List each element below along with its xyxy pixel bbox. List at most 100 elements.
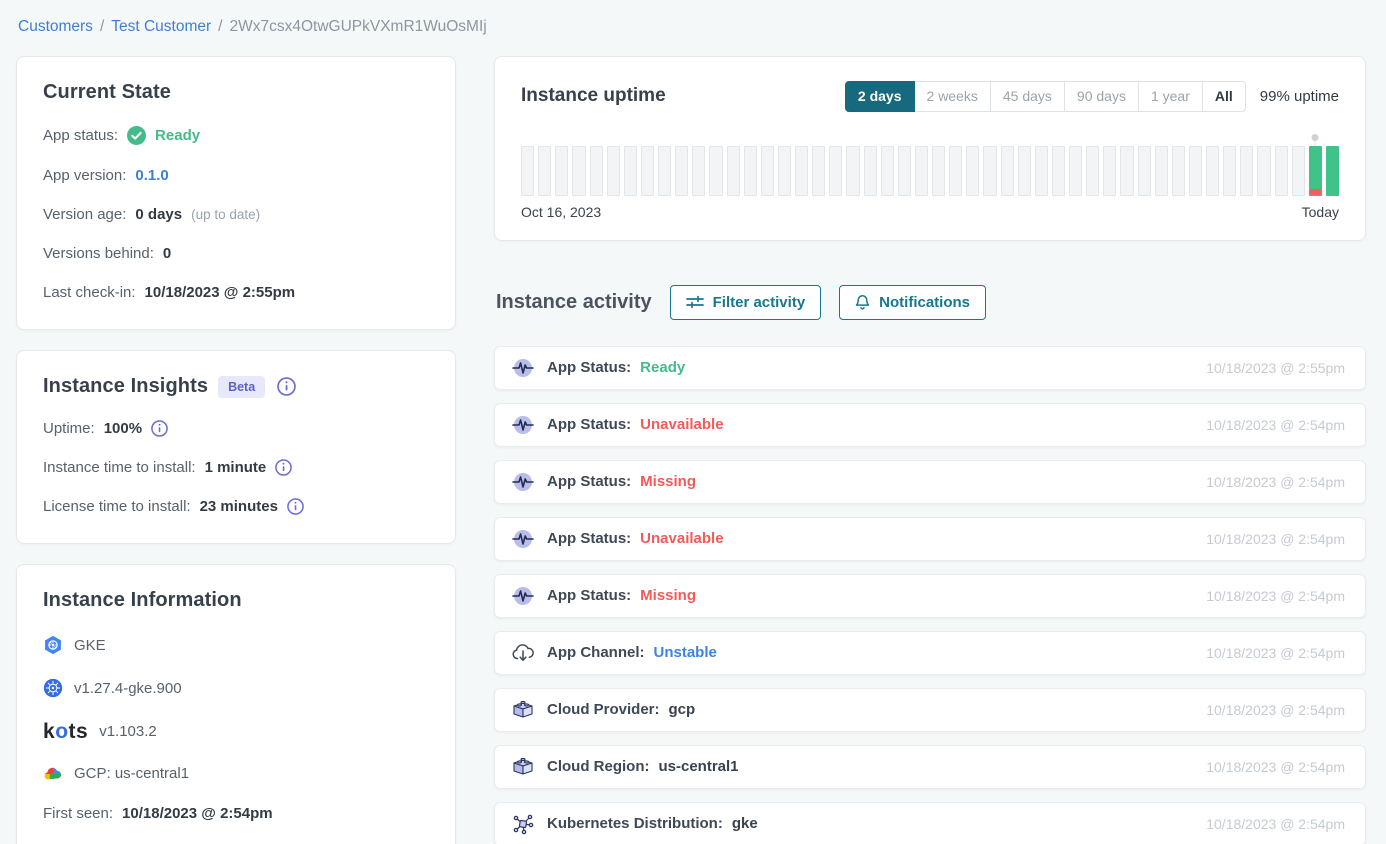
uptime-bar-empty[interactable]	[1001, 146, 1014, 196]
distribution-value: GKE	[74, 637, 106, 654]
uptime-bar-empty[interactable]	[898, 146, 911, 196]
range-button-1-year[interactable]: 1 year	[1138, 81, 1203, 112]
activity-row-value: gcp	[669, 701, 696, 718]
uptime-label: Uptime:	[43, 420, 95, 437]
activity-row-timestamp: 10/18/2023 @ 2:54pm	[1206, 588, 1345, 604]
uptime-bar-empty[interactable]	[692, 146, 705, 196]
range-button-2-days[interactable]: 2 days	[845, 81, 915, 112]
info-icon[interactable]	[151, 420, 168, 437]
uptime-bar-empty[interactable]	[932, 146, 945, 196]
uptime-bar-empty[interactable]	[675, 146, 688, 196]
breadcrumb-link-customers[interactable]: Customers	[18, 18, 93, 36]
breadcrumb-instance-id: 2Wx7csx4OtwGUPkVXmR1WuOsMIj	[229, 18, 486, 36]
uptime-bar-empty[interactable]	[521, 146, 534, 196]
kots-logo: kots	[43, 721, 88, 742]
uptime-bar-empty[interactable]	[1052, 146, 1065, 196]
uptime-bar-empty[interactable]	[983, 146, 996, 196]
instance-tti-label: Instance time to install:	[43, 459, 196, 476]
uptime-bar-empty[interactable]	[846, 146, 859, 196]
uptime-bar-empty[interactable]	[1103, 146, 1116, 196]
uptime-bar-empty[interactable]	[1018, 146, 1031, 196]
uptime-bar-empty[interactable]	[555, 146, 568, 196]
uptime-bar-empty[interactable]	[915, 146, 928, 196]
uptime-bar-empty[interactable]	[624, 146, 637, 196]
uptime-bar-empty[interactable]	[1120, 146, 1133, 196]
uptime-bar-empty[interactable]	[881, 146, 894, 196]
uptime-bar-chart: Oct 16, 2023 Today	[521, 146, 1339, 220]
uptime-bar-up[interactable]	[1326, 146, 1339, 196]
pulse-icon	[511, 470, 535, 494]
kots-version-value: v1.103.2	[99, 723, 157, 740]
app-version-link[interactable]: 0.1.0	[135, 167, 168, 184]
range-button-2-weeks[interactable]: 2 weeks	[914, 81, 991, 112]
current-state-title: Current State	[43, 81, 429, 104]
uptime-value: 100%	[104, 420, 142, 437]
uptime-bar-empty[interactable]	[778, 146, 791, 196]
info-icon[interactable]	[275, 459, 292, 476]
uptime-bar-empty[interactable]	[1275, 146, 1288, 196]
uptime-bar-partial[interactable]	[1309, 146, 1322, 196]
uptime-bar-empty[interactable]	[641, 146, 654, 196]
gke-icon	[43, 635, 63, 655]
uptime-bar-empty[interactable]	[1223, 146, 1236, 196]
instance-insights-title: Instance Insights	[43, 375, 208, 398]
uptime-bar-empty[interactable]	[538, 146, 551, 196]
activity-row-label: App Status:	[547, 530, 631, 547]
instance-information-card: Instance Information GKE	[16, 564, 456, 844]
filter-activity-button[interactable]: Filter activity	[670, 285, 822, 320]
info-icon[interactable]	[287, 498, 304, 515]
uptime-bar-empty[interactable]	[795, 146, 808, 196]
uptime-bar-empty[interactable]	[709, 146, 722, 196]
uptime-bar-empty[interactable]	[1069, 146, 1082, 196]
activity-row-value: Missing	[640, 473, 696, 490]
uptime-bar-empty[interactable]	[727, 146, 740, 196]
breadcrumb-link-test-customer[interactable]: Test Customer	[111, 18, 211, 36]
brick-icon	[511, 699, 535, 721]
pulse-icon	[511, 527, 535, 551]
beta-badge: Beta	[218, 376, 265, 398]
chart-marker-dot	[1312, 134, 1319, 141]
uptime-bar-empty[interactable]	[829, 146, 842, 196]
pulse-icon	[511, 584, 535, 608]
pulse-icon	[511, 413, 535, 437]
uptime-bar-empty[interactable]	[1189, 146, 1202, 196]
ready-check-icon	[127, 126, 146, 145]
uptime-bar-empty[interactable]	[590, 146, 603, 196]
range-button-45-days[interactable]: 45 days	[990, 81, 1065, 112]
uptime-bar-empty[interactable]	[761, 146, 774, 196]
range-button-all[interactable]: All	[1202, 81, 1246, 112]
uptime-bar-empty[interactable]	[1240, 146, 1253, 196]
uptime-bar-empty[interactable]	[1257, 146, 1270, 196]
version-age-label: Version age:	[43, 206, 126, 223]
uptime-bar-empty[interactable]	[1172, 146, 1185, 196]
uptime-bar-empty[interactable]	[607, 146, 620, 196]
license-tti-value: 23 minutes	[200, 498, 278, 515]
uptime-bar-empty[interactable]	[1206, 146, 1219, 196]
uptime-bar-empty[interactable]	[1155, 146, 1168, 196]
activity-row-value: Ready	[640, 359, 685, 376]
activity-row-label: Cloud Region:	[547, 758, 649, 775]
notifications-button[interactable]: Notifications	[839, 285, 986, 320]
uptime-bar-empty[interactable]	[744, 146, 757, 196]
uptime-bar-empty[interactable]	[1086, 146, 1099, 196]
uptime-bar-empty[interactable]	[1292, 146, 1305, 196]
uptime-bar-empty[interactable]	[864, 146, 877, 196]
kubernetes-icon	[43, 678, 63, 698]
activity-row-label: Cloud Provider:	[547, 701, 660, 718]
app-status-value: Ready	[155, 127, 200, 144]
activity-row-label: App Status:	[547, 416, 631, 433]
instance-activity-title: Instance activity	[496, 291, 652, 314]
uptime-bar-empty[interactable]	[812, 146, 825, 196]
range-button-90-days[interactable]: 90 days	[1064, 81, 1139, 112]
uptime-bar-empty[interactable]	[966, 146, 979, 196]
uptime-bar-empty[interactable]	[949, 146, 962, 196]
last-checkin-value: 10/18/2023 @ 2:55pm	[145, 284, 296, 301]
uptime-bar-empty[interactable]	[1035, 146, 1048, 196]
activity-row: Kubernetes Distribution: gke 10/18/2023 …	[494, 802, 1366, 844]
uptime-bar-empty[interactable]	[658, 146, 671, 196]
uptime-bar-empty[interactable]	[1138, 146, 1151, 196]
uptime-bar-empty[interactable]	[572, 146, 585, 196]
uptime-summary: 99% uptime	[1260, 88, 1339, 105]
info-icon[interactable]	[277, 377, 296, 396]
last-checkin-label: Last check-in:	[43, 284, 136, 301]
